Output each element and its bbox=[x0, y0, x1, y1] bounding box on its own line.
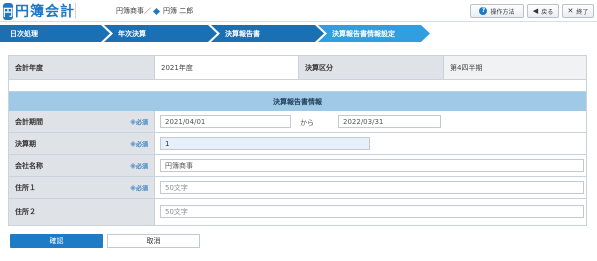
period-from-input[interactable]: 2021/04/01 bbox=[160, 115, 291, 128]
step-report-settings-label: 決算報告書情報設定 bbox=[332, 29, 395, 38]
term-input[interactable]: 1 bbox=[160, 137, 370, 150]
top-header: 円 円簿会計 円簿商事／ 円簿 二郎 ? 操作方法 ◀ 戻る ✕ 終了 bbox=[0, 0, 597, 22]
report-settings-panel: 会計年度 2021年度 決算区分 第4四半期 決算報告書情報 会計期間 ※必須 … bbox=[8, 55, 587, 226]
period-label: 会計期間 bbox=[15, 117, 43, 126]
address2-input[interactable]: 50文字 bbox=[160, 205, 584, 218]
period-separator: から bbox=[300, 119, 314, 127]
term-label-cell: 決算期 ※必須 bbox=[9, 133, 155, 155]
address1-label-cell: 住所１ ※必須 bbox=[9, 177, 155, 199]
logo-mark-icon: 円 bbox=[3, 2, 13, 20]
settlement-type-value: 第4四半期 bbox=[444, 56, 586, 80]
required-mark: ※必須 bbox=[130, 185, 148, 192]
required-mark: ※必須 bbox=[130, 141, 148, 148]
close-icon: ✕ bbox=[567, 7, 574, 15]
header-divider bbox=[75, 3, 76, 19]
confirm-button[interactable]: 確認 bbox=[10, 234, 103, 248]
step-report-label: 決算報告書 bbox=[225, 29, 260, 38]
help-button[interactable]: ? 操作方法 bbox=[470, 4, 524, 18]
address1-label: 住所１ bbox=[15, 183, 36, 192]
address2-label-cell: 住所２ bbox=[9, 199, 155, 225]
step-year-end[interactable]: 年次決算 bbox=[104, 25, 217, 42]
fiscal-year-label: 会計年度 bbox=[9, 56, 155, 80]
diamond-icon bbox=[152, 7, 161, 15]
term-label: 決算期 bbox=[15, 139, 36, 148]
exit-button[interactable]: ✕ 終了 bbox=[562, 4, 594, 18]
required-mark: ※必須 bbox=[130, 119, 148, 126]
back-button[interactable]: ◀ 戻る bbox=[527, 4, 559, 18]
step-daily[interactable]: 日次処理 bbox=[0, 25, 110, 42]
company-name: 円簿商事／ bbox=[116, 7, 151, 15]
logo-text: 円簿会計 bbox=[15, 4, 75, 20]
step-report[interactable]: 決算報告書 bbox=[211, 25, 324, 42]
step-breadcrumb: 日次処理 年次決算 決算報告書 決算報告書情報設定 bbox=[0, 25, 597, 42]
back-arrow-icon: ◀ bbox=[532, 7, 539, 15]
user-name: 円簿 二郎 bbox=[163, 7, 194, 15]
help-button-label: 操作方法 bbox=[490, 8, 515, 16]
fiscal-year-value: 2021年度 bbox=[155, 56, 299, 80]
question-icon: ? bbox=[479, 7, 488, 15]
user-info: 円簿商事／ 円簿 二郎 bbox=[116, 6, 193, 16]
app-logo[interactable]: 円 円簿会計 bbox=[3, 2, 74, 20]
step-year-end-label: 年次決算 bbox=[118, 29, 146, 38]
period-to-input[interactable]: 2022/03/31 bbox=[338, 115, 441, 128]
company-label: 会社名称 bbox=[15, 161, 43, 170]
address1-input[interactable]: 50文字 bbox=[160, 181, 584, 194]
exit-button-label: 終了 bbox=[576, 8, 589, 16]
settlement-type-label: 決算区分 bbox=[299, 56, 444, 80]
address2-label: 住所２ bbox=[15, 208, 36, 216]
period-label-cell: 会計期間 ※必須 bbox=[9, 111, 155, 133]
cancel-button[interactable]: 取消 bbox=[107, 234, 200, 248]
step-report-settings[interactable]: 決算報告書情報設定 bbox=[318, 25, 430, 42]
section-title: 決算報告書情報 bbox=[9, 91, 586, 111]
required-mark: ※必須 bbox=[130, 163, 148, 170]
step-daily-label: 日次処理 bbox=[10, 29, 38, 38]
company-label-cell: 会社名称 ※必須 bbox=[9, 155, 155, 177]
company-name-input[interactable]: 円簿商事 bbox=[160, 159, 584, 172]
back-button-label: 戻る bbox=[541, 8, 554, 16]
